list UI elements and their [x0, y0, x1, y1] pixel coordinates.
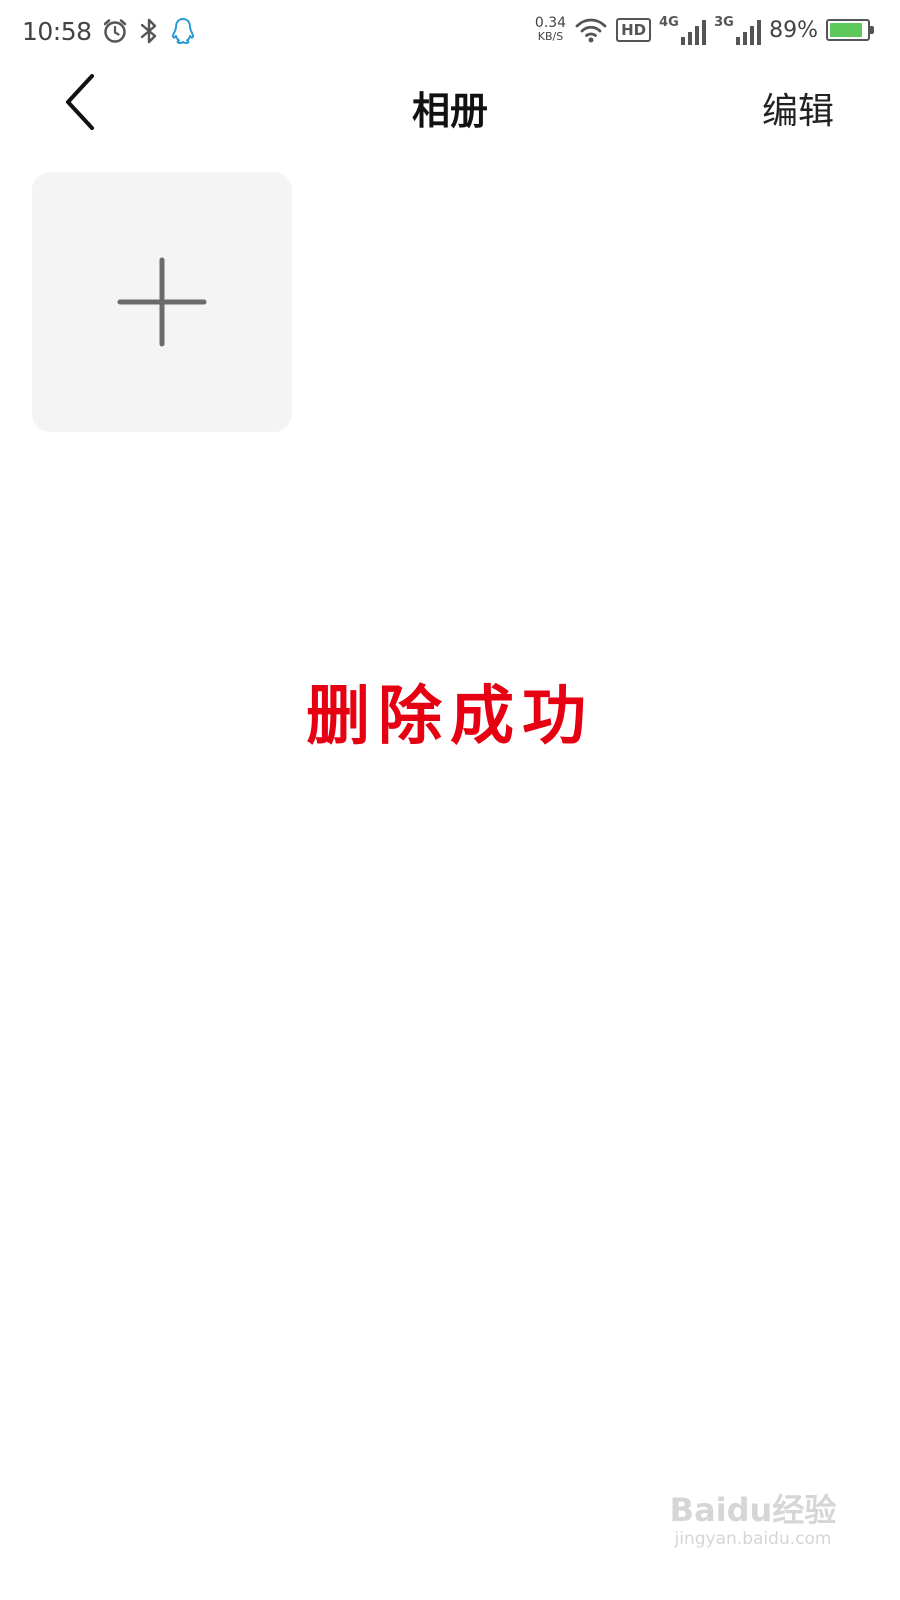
edit-button[interactable]: 编辑	[762, 82, 834, 134]
signal-3g-label: 3G	[714, 15, 734, 30]
network-speed: 0.34 KB/S	[535, 16, 566, 44]
hd-badge: HD	[616, 18, 652, 42]
plus-icon	[117, 257, 207, 347]
signal-4g-label: 4G	[659, 15, 679, 30]
network-speed-value: 0.34	[534, 15, 567, 31]
album-grid	[32, 172, 292, 432]
watermark-brand: Baidu经验	[669, 1491, 837, 1529]
wifi-icon	[574, 16, 608, 44]
battery-fill	[830, 23, 863, 37]
baidu-watermark: Baidu经验 jingyan.baidu.com	[668, 1492, 838, 1550]
signal-3g-icon: 3G	[714, 15, 762, 45]
status-bar-right: 0.34 KB/S HD 4G 3G 89%	[535, 10, 874, 50]
add-album-button[interactable]	[32, 172, 292, 432]
signal-4g-icon: 4G	[659, 15, 707, 45]
nav-bar: 相册 编辑	[0, 62, 900, 146]
status-bar: 10:58 0.34 KB/S HD 4G 3G 89%	[0, 0, 900, 62]
qq-icon	[170, 16, 196, 46]
battery-icon	[826, 19, 874, 41]
alarm-icon	[102, 18, 128, 44]
watermark-url: jingyan.baidu.com	[674, 1529, 832, 1549]
status-bar-left: 10:58	[22, 12, 196, 50]
status-time: 10:58	[22, 16, 92, 46]
battery-percent: 89%	[769, 17, 818, 43]
bluetooth-icon	[138, 17, 160, 45]
delete-success-message: 删除成功	[306, 679, 594, 754]
network-speed-unit: KB/S	[537, 30, 564, 43]
